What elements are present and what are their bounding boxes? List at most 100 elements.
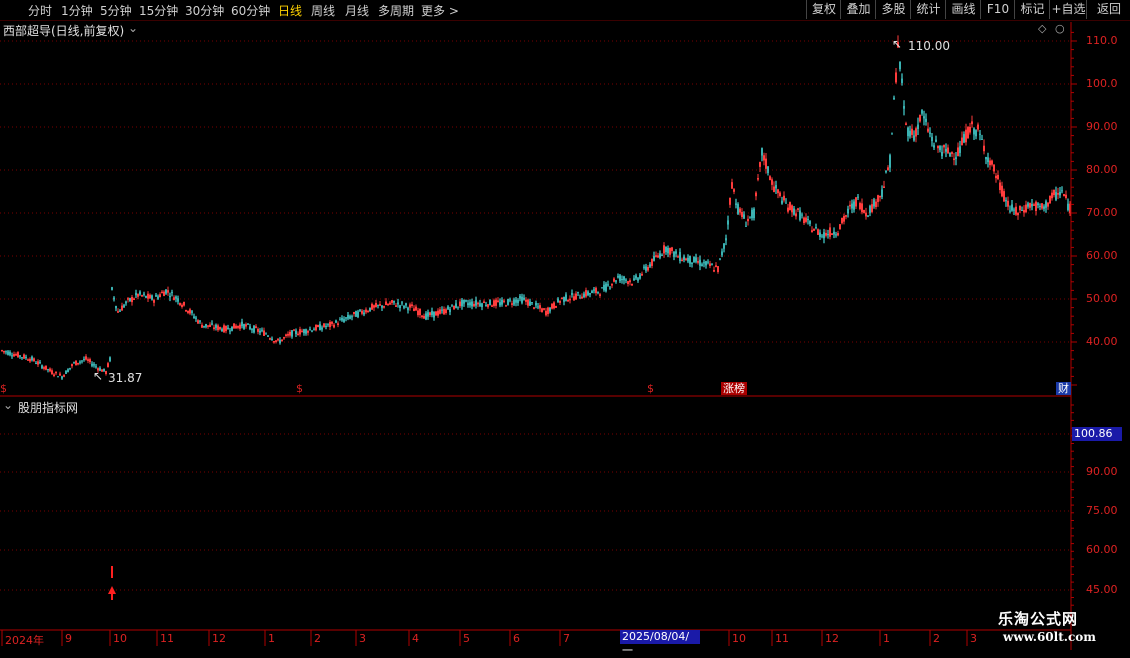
candle-body-down	[1027, 203, 1029, 207]
candle-body-down	[955, 157, 957, 160]
candle-body-down	[711, 264, 713, 266]
candle-body-down	[195, 317, 197, 319]
candle-body-down	[295, 330, 297, 334]
candle-body-down	[193, 316, 195, 318]
dollar-icon[interactable]: $	[296, 382, 303, 395]
candle-body-down	[1043, 206, 1045, 209]
candle-body-down	[399, 305, 401, 308]
candle-body-down	[41, 365, 43, 369]
candle-body-down	[901, 78, 903, 83]
candle-body-down	[923, 116, 925, 119]
candle-body-down	[665, 246, 667, 252]
candle-body-down	[139, 291, 141, 295]
candle-body-down	[145, 295, 147, 298]
candle-body-down	[891, 133, 893, 135]
watermark-url: www.60lt.com	[1003, 630, 1096, 644]
candle-body-down	[689, 255, 691, 264]
candle-body-down	[637, 278, 639, 281]
candle-body-down	[425, 313, 427, 320]
candle-body-down	[309, 329, 311, 331]
candle-body-down	[851, 203, 853, 209]
indicator-tick-label: 90.00	[1086, 465, 1118, 478]
low-arrow-icon: ↖	[93, 369, 104, 383]
candle-body-down	[597, 291, 599, 293]
candle-body-down	[589, 293, 591, 295]
candle-body-down	[853, 201, 855, 210]
indicator-tick-label: 60.00	[1086, 543, 1118, 556]
candle-body-down	[535, 302, 537, 306]
candle-body-down	[609, 287, 611, 289]
candle-body-down	[19, 355, 21, 357]
kline-chart[interactable]	[0, 0, 1130, 650]
candle-body-down	[675, 251, 677, 254]
candle-body-down	[305, 329, 307, 334]
candle-body-down	[1021, 209, 1023, 211]
dollar-icon[interactable]: $	[647, 382, 654, 395]
chevron-down-icon[interactable]: ⌄	[128, 21, 138, 35]
candle-body-down	[221, 329, 223, 332]
candle-body-down	[113, 297, 115, 300]
candle-body-down	[793, 208, 795, 215]
price-tick-label: 90.00	[1086, 120, 1118, 133]
candle-body-down	[625, 279, 627, 281]
event-badge-rank[interactable]: 涨榜	[721, 382, 747, 395]
candle-body-down	[381, 305, 383, 308]
time-axis-label: 11	[160, 632, 174, 645]
candle-body-down	[115, 306, 117, 309]
candle-body-down	[313, 329, 315, 331]
candle-body-down	[935, 139, 937, 142]
candle-body-down	[1059, 191, 1061, 196]
time-axis-label: 2024年	[5, 634, 44, 647]
candle-body-down	[397, 302, 399, 305]
candle-body-down	[659, 253, 661, 258]
candle-body-down	[129, 298, 131, 302]
candle-body-down	[243, 324, 245, 329]
signal-arrow-up-icon	[108, 586, 116, 600]
candle-body-down	[39, 362, 41, 364]
candle-body-down	[47, 369, 49, 371]
event-badge-finance[interactable]: 财	[1056, 382, 1071, 395]
candle-body-down	[907, 127, 909, 137]
candle-body-down	[343, 319, 345, 322]
candle-body-down	[749, 216, 751, 218]
candle-body-down	[939, 146, 941, 151]
dollar-icon[interactable]: $	[0, 382, 7, 395]
collapse-icon[interactable]: ⌄	[3, 398, 13, 412]
candle-body-down	[369, 307, 371, 312]
candle-body-down	[1011, 204, 1013, 211]
candle-body-down	[745, 225, 747, 227]
candle-body-down	[303, 329, 305, 334]
candle-body-down	[509, 299, 511, 301]
candle-body-down	[471, 301, 473, 307]
candle-body-down	[21, 357, 23, 359]
candle-body-down	[465, 300, 467, 302]
candle-body-down	[751, 209, 753, 219]
candle-body-down	[123, 305, 125, 308]
candle-body-down	[1055, 192, 1057, 200]
candle-body-down	[643, 266, 645, 268]
circle-icon[interactable]: ○	[1055, 22, 1065, 35]
candle-body-down	[807, 219, 809, 221]
candle-body-down	[11, 355, 13, 357]
high-price-marker: 110.00	[908, 39, 950, 53]
candle-body-down	[743, 214, 745, 219]
time-axis-label: 3	[970, 632, 977, 645]
time-axis-label: 12	[825, 632, 839, 645]
candle-body-down	[61, 376, 63, 379]
candle-body-down	[587, 291, 589, 295]
candle-body-down	[521, 296, 523, 303]
time-axis-label: 6	[513, 632, 520, 645]
candle-body-down	[205, 323, 207, 327]
candle-body-down	[109, 357, 111, 361]
candle-body-down	[513, 299, 515, 305]
candle-body-down	[699, 259, 701, 266]
time-axis-label: 10	[732, 632, 746, 645]
candle-body-down	[1045, 201, 1047, 208]
candle-body-down	[707, 261, 709, 263]
diamond-icon[interactable]: ◇	[1038, 22, 1046, 35]
candle-body-down	[457, 306, 459, 308]
candle-body-down	[565, 294, 567, 301]
candle-body-down	[447, 306, 449, 310]
candle-body-down	[357, 311, 359, 318]
price-tick-label: 70.00	[1086, 206, 1118, 219]
